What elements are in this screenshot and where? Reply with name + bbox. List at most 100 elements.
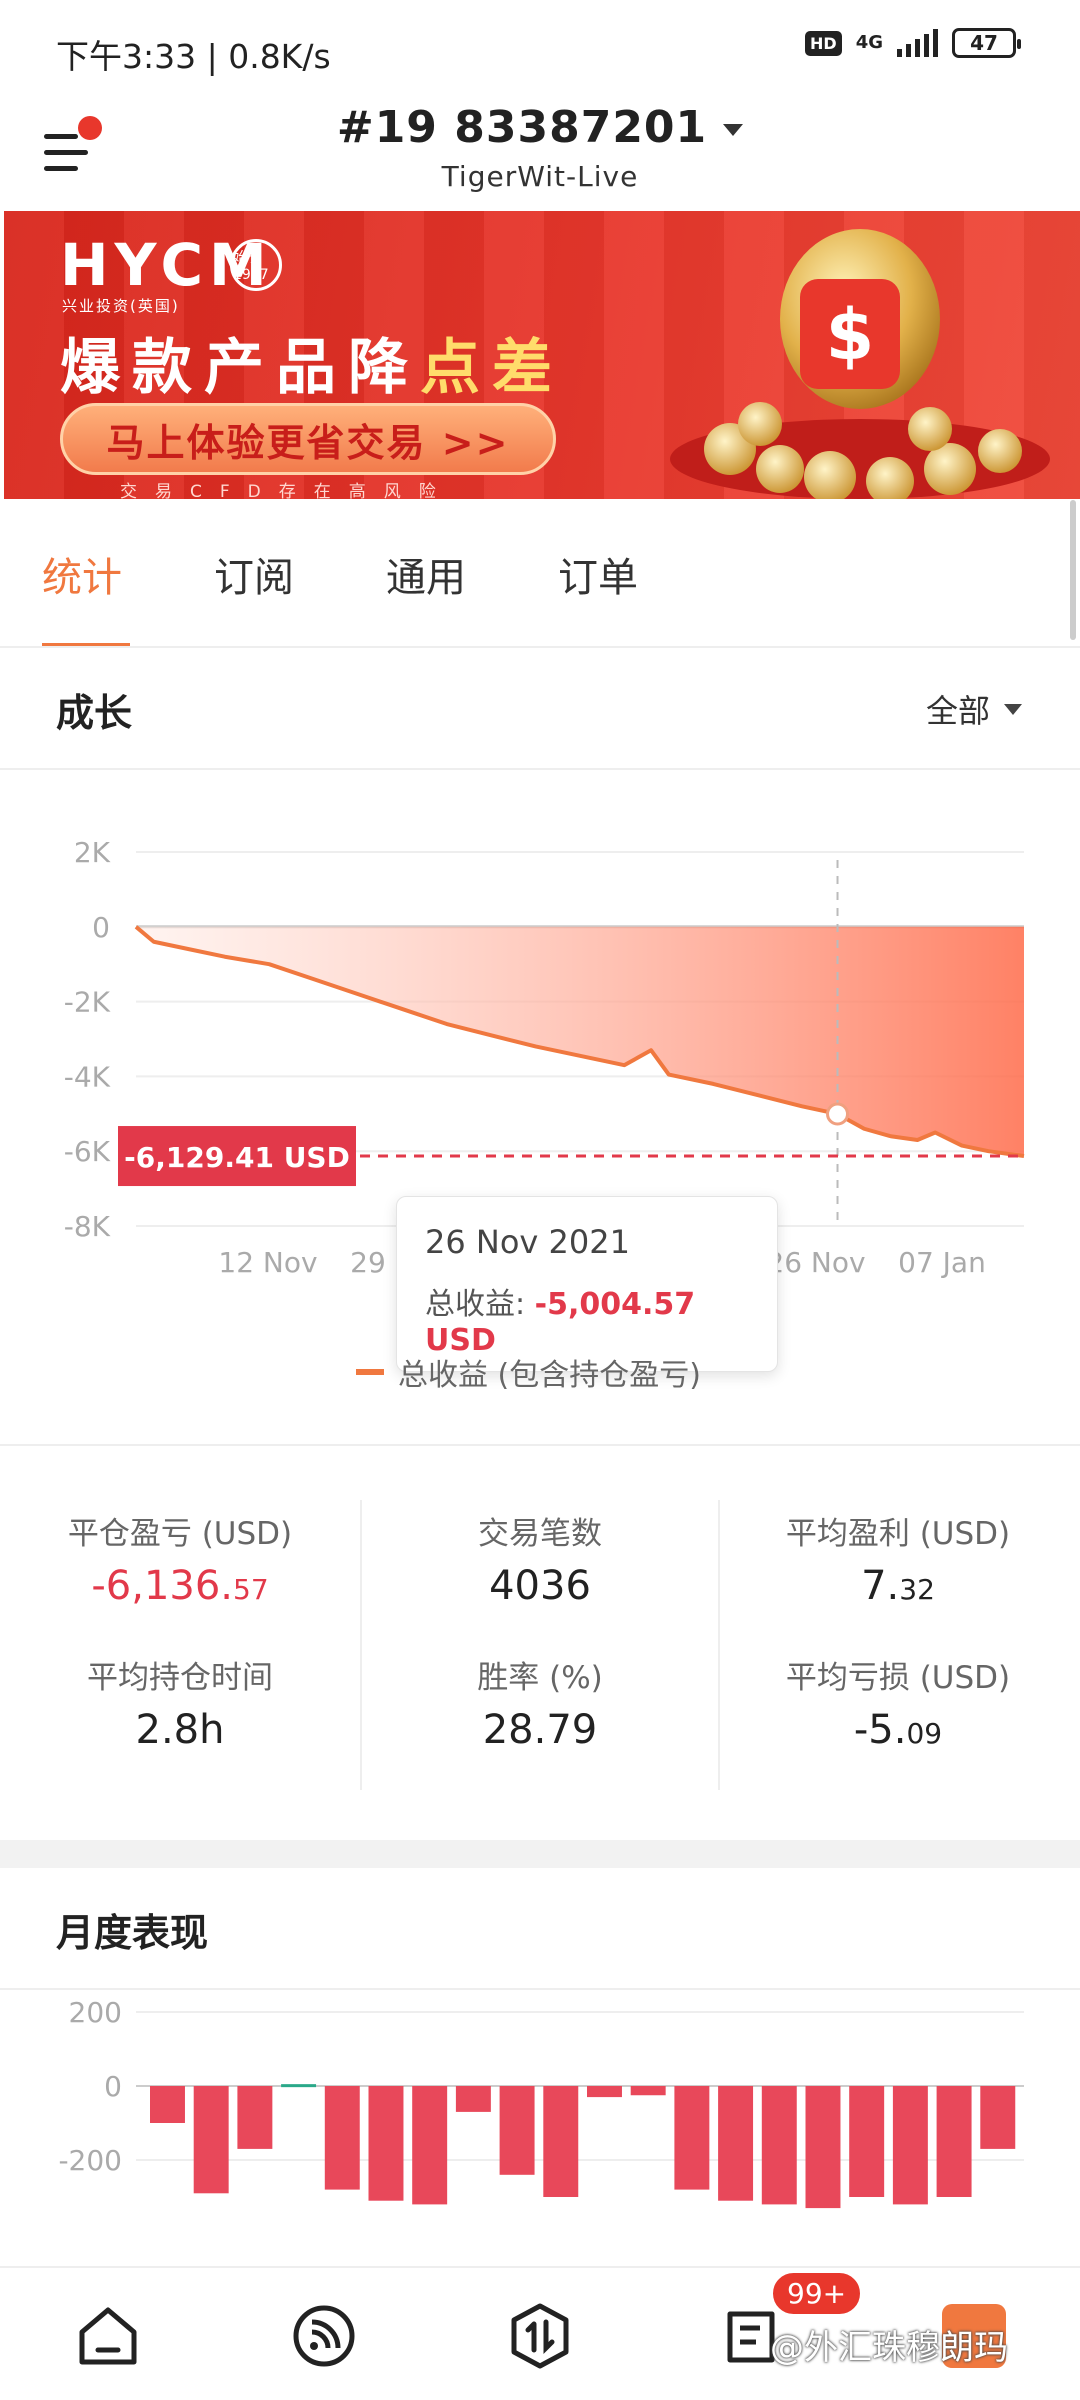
monthly-bar	[368, 2086, 404, 2201]
x-tick-label: 26 Nov	[766, 1246, 865, 1279]
y-tick-label: 200	[69, 2000, 122, 2029]
monthly-bar	[412, 2086, 448, 2205]
area-fill	[136, 926, 1024, 1157]
monthly-bar	[761, 2086, 797, 2205]
app-header: #19 83387201 TigerWit-Live	[0, 96, 1080, 210]
server-name: TigerWit-Live	[441, 160, 639, 193]
status-bar: 下午3:33 | 0.8K/s HD 4G 47	[0, 0, 1080, 96]
y-tick-label: 0	[92, 911, 110, 944]
stat-value: 7.32	[861, 1563, 935, 1609]
status-icons: HD 4G 47	[805, 28, 1021, 58]
risk-warning: 交易CFD存在高风险	[120, 482, 454, 499]
home-icon[interactable]	[70, 2298, 146, 2374]
chevron-down-icon	[1004, 703, 1022, 715]
monthly-bar	[193, 2086, 229, 2194]
monthly-bar	[936, 2086, 972, 2197]
battery-level: 47	[970, 31, 998, 55]
chevron-down-icon	[723, 124, 744, 136]
stat-label: 平仓盈亏 (USD)	[67, 1516, 293, 1552]
account-number: #19 83387201	[336, 102, 708, 153]
scrollbar[interactable]	[1070, 500, 1076, 640]
stat-item: 平均持仓时间 2.8h	[0, 1652, 360, 1753]
y-tick-label: 0	[104, 2070, 122, 2103]
x-tick-label: 12 Nov	[218, 1246, 317, 1279]
feed-icon[interactable]	[286, 2298, 362, 2374]
monthly-bar	[543, 2086, 579, 2197]
monthly-bar	[980, 2086, 1016, 2149]
x-tick-label: 07 Jan	[898, 1246, 986, 1279]
y-tick-label: -6K	[64, 1135, 111, 1168]
monthly-bar	[849, 2086, 885, 2197]
svg-text:$: $	[826, 294, 875, 376]
y-tick-label: -8K	[64, 1210, 111, 1243]
unread-badge: 99+	[770, 2270, 864, 2317]
legend-label: 总收益 (包含持仓盈亏)	[398, 1358, 701, 1393]
monthly-bar	[150, 2086, 185, 2123]
status-time-speed: 下午3:33 | 0.8K/s	[56, 37, 331, 76]
ad-banner[interactable]: HYCM 始于1977 兴业投资(英国) 爆款产品降点差 马上体验更省交易 >>…	[4, 211, 1080, 499]
stat-item: 平仓盈亏 (USD) -6,136.57	[0, 1508, 360, 1609]
brand-subtitle: 兴业投资(英国)	[62, 297, 180, 315]
tab-orders[interactable]: 订单	[558, 500, 730, 648]
stats-grid: 平仓盈亏 (USD) -6,136.57 交易笔数 4036 平均盈利 (USD) 7.3…	[0, 1448, 1080, 1788]
stat-label: 胜率 (%)	[477, 1660, 603, 1696]
monthly-bar	[587, 2086, 622, 2098]
watermark-text: @外汇珠穆朗玛	[770, 2328, 1008, 2368]
current-value-label: -6,129.41 USD	[124, 1141, 350, 1174]
brand-seal: 始于1977	[230, 239, 282, 291]
tab-general[interactable]: 通用	[386, 500, 558, 648]
monthly-bar	[324, 2086, 360, 2190]
monthly-bar	[630, 2086, 666, 2096]
tooltip-value: 总收益: -5,004.57 USD	[425, 1287, 696, 1358]
tab-bar: 统计 订阅 通用 订单	[0, 500, 1080, 648]
monthly-bar	[674, 2086, 710, 2190]
chart-tooltip: 26 Nov 2021 总收益: -5,004.57 USD	[396, 1196, 778, 1372]
stat-item: 平均亏损 (USD) -5.09	[718, 1652, 1078, 1753]
monthly-bar	[892, 2086, 928, 2205]
stat-value: 4036	[489, 1563, 591, 1609]
period-filter[interactable]: 全部	[926, 686, 1022, 732]
account-selector[interactable]: #19 83387201	[0, 102, 1080, 153]
stat-value: -5.09	[853, 1707, 943, 1753]
trade-icon[interactable]	[502, 2298, 578, 2374]
tab-subscribe[interactable]: 订阅	[214, 500, 386, 648]
monthly-bar	[499, 2086, 535, 2175]
stat-value: 2.8h	[135, 1707, 225, 1753]
highlight-point	[826, 1102, 850, 1126]
monthly-bar	[237, 2086, 273, 2149]
stat-label: 平均持仓时间	[87, 1660, 273, 1696]
growth-title: 成长	[56, 691, 133, 735]
stat-value: 28.79	[482, 1707, 598, 1753]
y-tick-label: -200	[58, 2144, 122, 2177]
network-type: 4G	[855, 32, 883, 53]
monthly-bar	[718, 2086, 754, 2201]
stat-label: 交易笔数	[478, 1516, 602, 1552]
battery-icon: 47	[952, 28, 1021, 58]
stat-item: 交易笔数 4036	[360, 1508, 720, 1609]
tab-statistics[interactable]: 统计	[42, 500, 214, 648]
stat-label: 平均盈利 (USD)	[785, 1516, 1011, 1552]
banner-cta-button[interactable]: 马上体验更省交易 >>	[60, 403, 556, 475]
y-tick-label: 2K	[74, 836, 111, 869]
tooltip-date: 26 Nov 2021	[425, 1223, 630, 1261]
stat-label: 平均亏损 (USD)	[785, 1660, 1011, 1696]
money-bag-illustration: $	[670, 229, 1050, 499]
period-filter-label: 全部	[925, 692, 990, 730]
stat-item: 胜率 (%) 28.79	[360, 1652, 720, 1753]
y-tick-label: -2K	[64, 986, 111, 1019]
signal-icon	[897, 29, 938, 57]
monthly-bar	[455, 2086, 491, 2112]
banner-headline: 爆款产品降点差	[60, 333, 564, 403]
monthly-bar	[805, 2086, 841, 2209]
chart-legend: 总收益 (包含持仓盈亏)	[356, 1350, 701, 1394]
monthly-title: 月度表现	[56, 1911, 209, 1955]
monthly-chart[interactable]: 200 0 -200	[0, 2000, 1080, 2270]
stat-value: -6,136.57	[91, 1563, 269, 1609]
monthly-bar	[281, 2084, 317, 2088]
section-divider	[0, 1840, 1080, 1868]
x-tick-label: 29	[350, 1246, 386, 1279]
y-tick-label: -4K	[64, 1060, 111, 1093]
legend-swatch	[356, 1369, 384, 1375]
hd-icon: HD	[805, 30, 842, 56]
stat-item: 平均盈利 (USD) 7.32	[718, 1508, 1078, 1609]
